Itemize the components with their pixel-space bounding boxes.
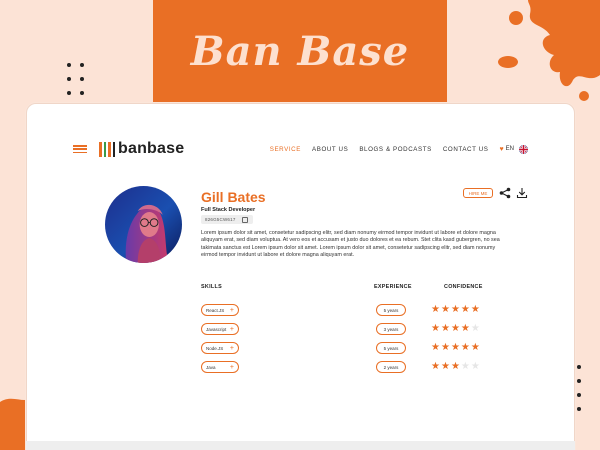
star-icon: ★: [431, 304, 440, 315]
uk-flag-icon: [519, 144, 528, 154]
logo-bars-icon: [99, 141, 115, 157]
star-icon: ★: [440, 304, 450, 315]
card-footer-strip: [26, 441, 575, 450]
experience-header: EXPERIENCE: [374, 284, 412, 290]
logo[interactable]: banbase: [99, 140, 184, 158]
experience-chip: 5 years: [376, 342, 406, 354]
confidence-rating: ★ ★ ★ ★ ★: [431, 305, 480, 315]
star-icon: ★: [450, 361, 460, 372]
nav-link-contact-us[interactable]: CONTACT US: [443, 146, 489, 153]
skill-label: React.JS: [206, 307, 225, 313]
star-icon: ★: [470, 323, 480, 334]
avatar: [105, 186, 182, 263]
star-icon: ★: [440, 323, 450, 334]
brand-name: banbase: [118, 140, 185, 157]
nav-links: SERVICE ABOUT US BLOGS & PODCASTS CONTAC…: [270, 144, 528, 154]
skill-label: Node.JS: [206, 345, 224, 351]
star-icon: ★: [450, 323, 460, 334]
star-icon: ★: [440, 361, 450, 372]
orange-splat-top-right: [498, 0, 600, 101]
star-icon: ★: [431, 342, 440, 353]
share-icon[interactable]: [499, 187, 511, 199]
plus-icon: +: [229, 344, 234, 352]
skill-chip-javascript[interactable]: Javascript +: [201, 323, 239, 335]
star-icon: ★: [470, 361, 480, 372]
experience-chip: 2 years: [376, 361, 406, 373]
profile-page-card: banbase SERVICE ABOUT US BLOGS & PODCAST…: [26, 103, 575, 450]
profile-id-chip[interactable]: 826G5CW617: [201, 215, 253, 224]
plus-icon: +: [229, 306, 234, 314]
banner-title: Ban Base: [190, 28, 410, 75]
profile-role: Full Stack Developer: [201, 207, 256, 213]
top-navigation: banbase SERVICE ABOUT US BLOGS & PODCAST…: [73, 138, 528, 160]
star-icon: ★: [431, 323, 440, 334]
star-icon: ★: [470, 342, 480, 353]
plus-icon: +: [229, 363, 234, 371]
profile-id: 826G5CW617: [205, 217, 236, 222]
skill-label: Javascript: [206, 326, 227, 332]
confidence-rating: ★ ★ ★ ★ ★: [431, 362, 480, 372]
download-icon[interactable]: [516, 187, 528, 199]
star-icon: ★: [470, 304, 480, 315]
confidence-rating: ★ ★ ★ ★ ★: [431, 324, 480, 334]
star-icon: ★: [460, 342, 470, 353]
decorative-dots-left: [67, 63, 84, 95]
heart-icon: ♥: [499, 145, 504, 153]
brand-banner: Ban Base: [153, 0, 447, 103]
nav-link-blogs-podcasts[interactable]: BLOGS & PODCASTS: [359, 146, 432, 153]
skill-chip-reactjs[interactable]: React.JS +: [201, 304, 239, 316]
skill-label: Java: [206, 364, 216, 370]
star-icon: ★: [450, 342, 460, 353]
star-icon: ★: [450, 304, 460, 315]
confidence-header: CONFIDENCE: [444, 284, 483, 290]
copy-icon[interactable]: [241, 216, 248, 223]
decorative-dots-right: [577, 365, 581, 411]
profile-bio: Lorem ipsum dolor sit amet, consetetur s…: [201, 230, 500, 259]
hire-me-button[interactable]: HIRE ME: [463, 188, 493, 198]
skills-header: SKILLS: [201, 284, 222, 290]
experience-chip: 5 years: [376, 304, 406, 316]
plus-icon: +: [229, 325, 234, 333]
hamburger-icon[interactable]: [73, 145, 87, 153]
language-selector[interactable]: ♥ EN: [499, 144, 528, 154]
star-icon: ★: [460, 323, 470, 334]
experience-chip: 3 years: [376, 323, 406, 335]
star-icon: ★: [460, 361, 470, 372]
skill-chip-nodejs[interactable]: Node.JS +: [201, 342, 239, 354]
nav-link-about-us[interactable]: ABOUT US: [312, 146, 348, 153]
star-icon: ★: [460, 304, 470, 315]
profile-name: Gill Bates: [201, 189, 266, 205]
star-icon: ★: [440, 342, 450, 353]
confidence-rating: ★ ★ ★ ★ ★: [431, 343, 480, 353]
nav-link-service[interactable]: SERVICE: [270, 146, 301, 153]
skill-chip-java[interactable]: Java +: [201, 361, 239, 373]
star-icon: ★: [431, 361, 440, 372]
language-label: EN: [505, 146, 514, 152]
